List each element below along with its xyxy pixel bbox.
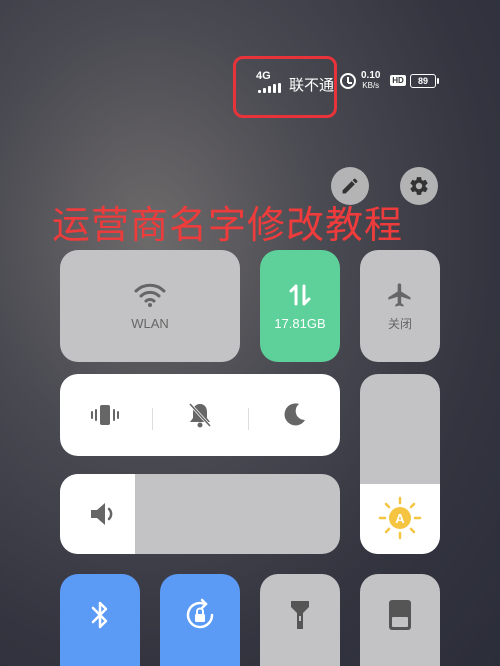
bluetooth-icon [91,601,108,629]
mobile-data-tile[interactable]: 17.81GB [260,250,340,362]
bluetooth-tile[interactable] [60,574,140,666]
airplane-mode-tile[interactable]: 关闭 [360,250,440,362]
battery-tip [437,78,439,84]
do-not-disturb-button[interactable] [279,400,309,435]
flashlight-icon [291,601,309,629]
divider [248,408,249,430]
settings-icon [410,177,428,195]
speed-unit: KB/s [362,81,380,90]
edit-icon [342,178,358,194]
hd-badge: HD [390,75,406,86]
battery-indicator: 89 [410,74,436,88]
airplane-icon [388,282,411,307]
brightness-sun-icon: A [378,496,422,545]
wlan-tile[interactable]: WLAN [60,250,240,362]
divider [152,408,153,430]
speed-value: 0.10 [361,70,381,81]
network-speed: 0.10 KB/s [361,71,380,91]
flashlight-tile[interactable] [260,574,340,666]
wifi-icon [134,283,166,307]
wlan-label: WLAN [131,315,169,331]
svg-text:A: A [395,511,405,526]
alarm-icon [340,73,356,89]
data-usage: 17.81GB [274,315,326,331]
mute-bell-icon [188,402,212,428]
settings-button[interactable] [400,167,438,205]
volume-slider[interactable] [60,474,340,554]
moon-icon [284,403,305,426]
vibrate-button[interactable] [90,400,120,435]
headline: 运营商名字修改教程 [52,203,404,247]
airplane-label: 关闭 [387,316,412,331]
mute-button[interactable] [185,400,215,435]
data-arrows-icon [289,284,311,305]
vibrate-icon [91,405,119,425]
rotation-lock-tile[interactable] [160,574,240,666]
volume-icon [88,500,120,533]
brightness-slider[interactable]: A [360,374,440,554]
rotation-lock-icon [186,598,214,629]
screen-icon [389,600,411,630]
screen-tile[interactable] [360,574,440,666]
highlight-box [233,56,337,118]
sound-mode-panel [60,374,340,456]
